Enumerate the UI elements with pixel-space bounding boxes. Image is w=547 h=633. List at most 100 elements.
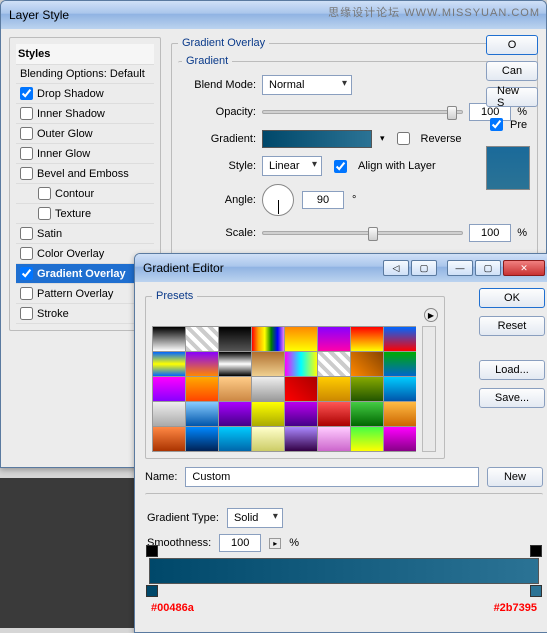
minimize-button[interactable]: — <box>447 260 473 276</box>
scale-slider[interactable] <box>262 231 463 235</box>
maximize-button[interactable]: ▢ <box>475 260 501 276</box>
preset-swatch[interactable] <box>186 377 218 401</box>
preset-swatch[interactable] <box>384 427 416 451</box>
load-button[interactable]: Load... <box>479 360 545 380</box>
preset-swatch[interactable] <box>252 352 284 376</box>
preset-swatch[interactable] <box>153 327 185 351</box>
ok-button[interactable]: O <box>486 35 538 55</box>
preset-swatch[interactable] <box>384 377 416 401</box>
preset-swatch[interactable] <box>318 352 350 376</box>
preset-swatch[interactable] <box>186 427 218 451</box>
preset-swatch[interactable] <box>186 352 218 376</box>
preset-swatch[interactable] <box>219 377 251 401</box>
align-layer-checkbox[interactable] <box>334 160 347 173</box>
preset-swatch[interactable] <box>219 327 251 351</box>
style-checkbox[interactable] <box>20 227 33 240</box>
style-checkbox[interactable] <box>20 167 33 180</box>
gradient-editor-titlebar[interactable]: Gradient Editor ◁ ▢ — ▢ ✕ <box>135 254 547 282</box>
save-button[interactable]: Save... <box>479 388 545 408</box>
preset-swatch[interactable] <box>318 327 350 351</box>
dock-left-icon[interactable]: ◁ <box>383 260 409 276</box>
style-item-contour[interactable]: Contour <box>16 184 154 204</box>
blend-mode-select[interactable]: Normal <box>262 75 352 95</box>
preset-swatch[interactable] <box>351 352 383 376</box>
preset-swatch[interactable] <box>219 427 251 451</box>
dock-right-icon[interactable]: ▢ <box>411 260 437 276</box>
gradient-swatch[interactable] <box>262 130 372 148</box>
presets-grid[interactable] <box>152 326 416 452</box>
blending-options-row[interactable]: Blending Options: Default <box>16 65 154 84</box>
style-item-drop-shadow[interactable]: Drop Shadow <box>16 84 154 104</box>
cancel-button[interactable]: Can <box>486 61 538 81</box>
style-item-inner-glow[interactable]: Inner Glow <box>16 144 154 164</box>
preset-swatch[interactable] <box>153 427 185 451</box>
style-checkbox[interactable] <box>20 247 33 260</box>
preset-swatch[interactable] <box>285 352 317 376</box>
presets-menu-icon[interactable]: ▶ <box>424 308 438 322</box>
gradient-bar[interactable] <box>149 558 539 584</box>
opacity-slider[interactable] <box>262 110 463 114</box>
preset-swatch[interactable] <box>351 427 383 451</box>
color-stop-right[interactable] <box>530 585 542 597</box>
preset-swatch[interactable] <box>285 427 317 451</box>
opacity-stop-left[interactable] <box>146 545 158 557</box>
presets-legend: Presets <box>152 290 197 302</box>
preset-swatch[interactable] <box>252 327 284 351</box>
preset-swatch[interactable] <box>153 377 185 401</box>
new-style-button[interactable]: New S <box>486 87 538 107</box>
presets-scrollbar[interactable] <box>422 326 436 452</box>
style-checkbox[interactable] <box>20 307 33 320</box>
color-stop-left[interactable] <box>146 585 158 597</box>
preset-swatch[interactable] <box>219 402 251 426</box>
preset-swatch[interactable] <box>186 327 218 351</box>
style-item-bevel-and-emboss[interactable]: Bevel and Emboss <box>16 164 154 184</box>
preset-swatch[interactable] <box>318 402 350 426</box>
preset-swatch[interactable] <box>351 402 383 426</box>
preset-swatch[interactable] <box>153 352 185 376</box>
preset-swatch[interactable] <box>186 402 218 426</box>
style-checkbox[interactable] <box>20 107 33 120</box>
styles-heading[interactable]: Styles <box>16 44 154 65</box>
style-item-texture[interactable]: Texture <box>16 204 154 224</box>
style-item-inner-shadow[interactable]: Inner Shadow <box>16 104 154 124</box>
new-button[interactable]: New <box>487 467 543 487</box>
reset-button[interactable]: Reset <box>479 316 545 336</box>
style-item-outer-glow[interactable]: Outer Glow <box>16 124 154 144</box>
preset-swatch[interactable] <box>252 377 284 401</box>
preset-swatch[interactable] <box>384 327 416 351</box>
preset-swatch[interactable] <box>318 377 350 401</box>
preview-checkbox[interactable] <box>490 118 503 131</box>
style-checkbox[interactable] <box>20 147 33 160</box>
preset-swatch[interactable] <box>285 377 317 401</box>
angle-value[interactable]: 90 <box>302 191 344 209</box>
style-checkbox[interactable] <box>38 207 51 220</box>
preset-swatch[interactable] <box>252 402 284 426</box>
preset-swatch[interactable] <box>384 402 416 426</box>
preset-swatch[interactable] <box>351 377 383 401</box>
preset-swatch[interactable] <box>252 427 284 451</box>
smoothness-value[interactable]: 100 <box>219 534 261 552</box>
ok-button[interactable]: OK <box>479 288 545 308</box>
preset-swatch[interactable] <box>285 402 317 426</box>
name-input[interactable]: Custom <box>185 467 479 487</box>
reverse-checkbox[interactable] <box>397 132 410 145</box>
style-checkbox[interactable] <box>20 87 33 100</box>
angle-dial[interactable] <box>262 184 294 216</box>
close-button[interactable]: ✕ <box>503 260 545 276</box>
type-select[interactable]: Solid <box>227 508 283 528</box>
preset-swatch[interactable] <box>219 352 251 376</box>
preset-swatch[interactable] <box>153 402 185 426</box>
preset-swatch[interactable] <box>285 327 317 351</box>
opacity-stop-right[interactable] <box>530 545 542 557</box>
style-checkbox[interactable] <box>20 127 33 140</box>
scale-value[interactable]: 100 <box>469 224 511 242</box>
preset-swatch[interactable] <box>351 327 383 351</box>
preset-swatch[interactable] <box>384 352 416 376</box>
style-item-satin[interactable]: Satin <box>16 224 154 244</box>
smoothness-menu-icon[interactable]: ▸ <box>269 538 281 549</box>
style-checkbox[interactable] <box>38 187 51 200</box>
style-select[interactable]: Linear <box>262 156 322 176</box>
preset-swatch[interactable] <box>318 427 350 451</box>
style-checkbox[interactable] <box>20 287 33 300</box>
style-checkbox[interactable] <box>20 267 33 280</box>
